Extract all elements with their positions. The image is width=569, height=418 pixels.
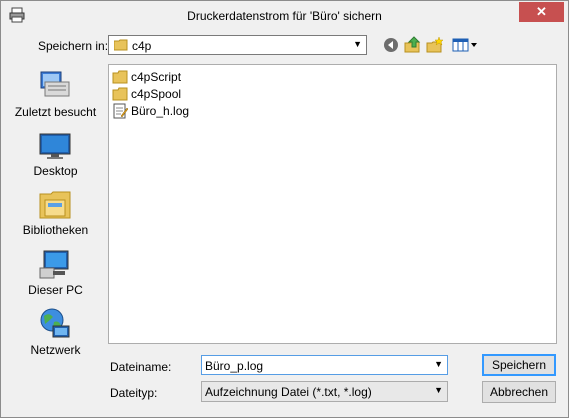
sidebar-item-label: Bibliotheken [22,223,89,237]
places-sidebar: Zuletzt besucht Desktop Bibliotheken Die… [10,64,101,370]
sidebar-item-recent[interactable]: Zuletzt besucht [10,68,101,120]
title-bar[interactable]: Druckerdatenstrom für 'Büro' sichern ✕ [1,1,568,31]
cancel-button[interactable]: Abbrechen [482,381,556,403]
folder-icon [114,39,128,51]
desktop-icon [39,133,71,159]
libraries-icon [39,191,71,219]
this-pc-icon [39,250,69,279]
sidebar-item-desktop[interactable]: Desktop [10,130,101,178]
save-button[interactable]: Speichern [482,354,556,376]
network-icon [40,308,70,338]
chevron-down-icon[interactable]: ▼ [434,359,443,369]
sidebar-item-label: Desktop [33,164,78,178]
filename-value[interactable]: Büro_p.log [205,359,263,373]
view-menu-icon[interactable] [452,36,478,54]
filename-label: Dateiname: [110,360,172,374]
chevron-down-icon[interactable]: ▼ [434,385,443,395]
new-folder-icon[interactable] [426,36,444,54]
sidebar-item-this-pc[interactable]: Dieser PC [10,248,101,298]
file-list[interactable]: c4pScript c4pSpool Büro_h.log [108,64,557,344]
window-title: Druckerdatenstrom für 'Büro' sichern [187,9,382,23]
save-dialog: Druckerdatenstrom für 'Büro' sichern ✕ S… [0,0,569,418]
save-in-value: c4p [132,39,152,53]
sidebar-item-libraries[interactable]: Bibliotheken [10,188,101,238]
recent-places-icon [40,71,70,97]
folder-icon [112,87,128,101]
filetype-label: Dateityp: [110,386,158,400]
save-in-label: Speichern in: [38,39,109,53]
file-name: c4pSpool [131,87,182,101]
filename-field[interactable]: Büro_p.log ▼ [201,355,448,375]
sidebar-item-label: Zuletzt besucht [14,105,97,119]
filetype-value: Aufzeichnung Datei (*.txt, *.log) [205,385,372,399]
file-name: Büro_h.log [131,104,190,118]
sidebar-item-label: Dieser PC [28,283,83,297]
save-in-combobox[interactable]: c4p ▼ [108,35,367,55]
up-folder-icon[interactable] [404,36,422,54]
close-button[interactable]: ✕ [519,2,564,22]
filetype-select[interactable]: Aufzeichnung Datei (*.txt, *.log) ▼ [201,381,448,402]
chevron-down-icon[interactable]: ▼ [353,39,362,49]
folder-icon [112,70,128,84]
sidebar-item-label: Netzwerk [30,343,81,357]
log-file-icon [113,103,128,119]
sidebar-item-network[interactable]: Netzwerk [10,308,101,358]
back-icon[interactable] [382,36,400,54]
file-name: c4pScript [131,70,182,84]
